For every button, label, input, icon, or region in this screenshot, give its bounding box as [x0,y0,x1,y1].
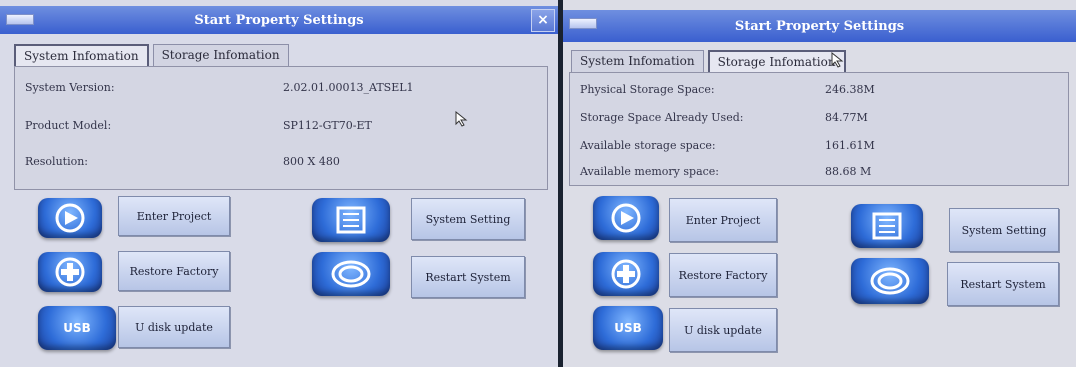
window-title: Start Property Settings [734,18,905,34]
tab-storage-information[interactable]: Storage Infomation [707,50,846,72]
info-value: 88.68 M [825,165,872,178]
system-info-panel: System Version: 2.02.01.00013_ATSEL1 Pro… [14,66,548,190]
tab-storage-information[interactable]: Storage Infomation [152,44,289,66]
title-bar: Start Property Settings × [0,6,558,34]
restore-factory-button[interactable]: Restore Factory [118,251,230,291]
window-menu-button[interactable] [569,18,597,29]
tab-strip: System Infomation Storage Infomation [14,44,289,66]
window-title: Start Property Settings [194,12,364,28]
info-label: Available memory space: [580,165,720,178]
restart-system-button[interactable]: Restart System [411,256,525,298]
info-value: SP112-GT70-ET [283,119,372,132]
tab-system-information[interactable]: System Infomation [14,44,149,66]
usb-label: USB [63,321,91,335]
info-row-system-version: System Version: 2.02.01.00013_ATSEL1 [25,81,537,94]
restore-plus-icon[interactable] [593,252,659,296]
restart-ring-icon[interactable] [312,252,390,296]
storage-info-panel: Physical Storage Space: 246.38M Storage … [569,72,1069,186]
enter-project-button[interactable]: Enter Project [669,198,777,242]
info-row-physical-storage: Physical Storage Space: 246.38M [580,83,1058,96]
u-disk-update-button[interactable]: U disk update [118,306,230,348]
settings-window-icon[interactable] [851,204,923,248]
info-label: Available storage space: [580,139,716,152]
restore-plus-icon[interactable] [38,252,102,292]
info-value: 246.38M [825,83,875,96]
right-settings-window: Start Property Settings System Infomatio… [563,0,1076,367]
close-button[interactable]: × [531,9,555,32]
info-row-available-memory: Available memory space: 88.68 M [580,165,1058,178]
info-value: 800 X 480 [283,155,340,168]
info-row-resolution: Resolution: 800 X 480 [25,155,537,168]
restart-system-button[interactable]: Restart System [947,262,1059,306]
info-value: 84.77M [825,111,868,124]
info-row-available-storage: Available storage space: 161.61M [580,139,1058,152]
settings-window-icon[interactable] [312,198,390,242]
mouse-cursor-icon [455,111,468,127]
info-label: Physical Storage Space: [580,83,715,96]
system-setting-button[interactable]: System Setting [949,208,1059,252]
tab-strip: System Infomation Storage Infomation [571,50,846,72]
info-label: Storage Space Already Used: [580,111,744,124]
usb-drive-icon[interactable]: USB [38,306,116,350]
usb-label: USB [614,321,642,335]
title-bar: Start Property Settings [563,10,1076,42]
restart-ring-icon[interactable] [851,258,929,304]
info-label: System Version: [25,81,115,94]
usb-drive-icon[interactable]: USB [593,306,663,350]
mouse-cursor-icon [831,52,844,68]
info-row-storage-used: Storage Space Already Used: 84.77M [580,111,1058,124]
play-icon[interactable] [593,196,659,240]
enter-project-button[interactable]: Enter Project [118,196,230,236]
system-setting-button[interactable]: System Setting [411,198,525,240]
left-settings-window: Start Property Settings × System Infomat… [0,0,558,367]
info-value: 161.61M [825,139,875,152]
window-menu-button[interactable] [6,14,34,25]
restore-factory-button[interactable]: Restore Factory [669,253,777,297]
u-disk-update-button[interactable]: U disk update [669,308,777,352]
info-value: 2.02.01.00013_ATSEL1 [283,81,414,94]
info-label: Product Model: [25,119,112,132]
play-icon[interactable] [38,198,102,238]
tab-system-information[interactable]: System Infomation [571,50,704,72]
info-label: Resolution: [25,155,89,168]
